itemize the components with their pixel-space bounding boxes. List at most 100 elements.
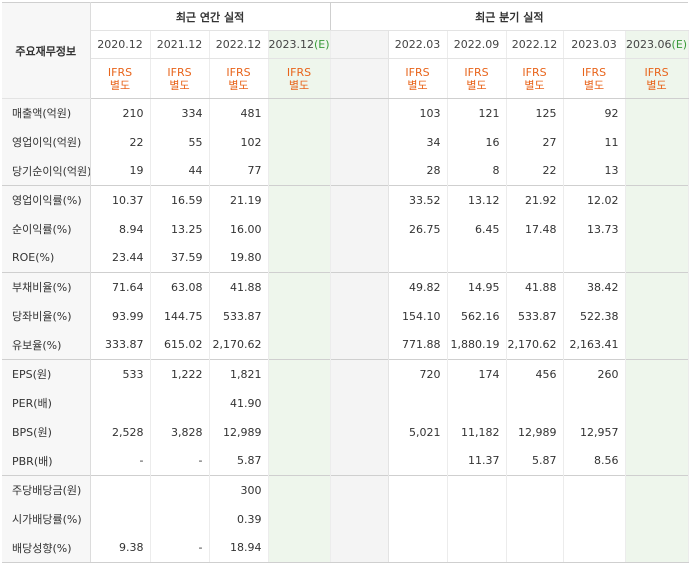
period-header: 2022.12 [506, 30, 564, 59]
quarter-value-cell [625, 301, 689, 331]
quarter-value-cell [388, 475, 448, 505]
quarter-value-cell [625, 504, 689, 534]
quarter-value-cell: 1,880.19 [447, 330, 507, 360]
table-row: BPS(원) 2,528 3,828 12,989 5,021 11,182 12,989 1… [2, 417, 689, 447]
section-gap [329, 330, 389, 360]
table-row: EPS(원) 533 1,222 1,821 720 174 456 260 [2, 359, 689, 389]
row-label: 매출액(억원) [2, 98, 91, 128]
quarter-value-cell [506, 388, 564, 418]
section-gap [329, 243, 389, 273]
annual-value-cell: 77 [209, 156, 269, 186]
section-gap [329, 446, 389, 476]
quarter-value-cell [625, 388, 689, 418]
quarter-value-cell [447, 475, 507, 505]
row-label: 당좌비율(%) [2, 301, 91, 331]
quarter-value-cell: 11.37 [447, 446, 507, 476]
annual-value-cell [268, 330, 331, 360]
annual-results-title: 최근 연간 실적 [90, 2, 331, 31]
quarter-value-cell: 16 [447, 127, 507, 157]
section-gap [329, 185, 389, 215]
quarter-value-cell: 13 [563, 156, 626, 186]
quarter-value-cell: 92 [563, 98, 626, 128]
quarter-value-cell [506, 243, 564, 273]
quarter-value-cell: 21.92 [506, 185, 564, 215]
quarter-value-cell [563, 475, 626, 505]
annual-value-cell: 44 [150, 156, 210, 186]
annual-value-cell: 0.39 [209, 504, 269, 534]
row-label: ROE(%) [2, 243, 91, 273]
quarter-results-title: 최근 분기 실적 [329, 2, 689, 31]
quarter-value-cell [625, 272, 689, 302]
section-gap [329, 156, 389, 186]
annual-value-cell: 37.59 [150, 243, 210, 273]
section-gap [329, 58, 389, 99]
table-row: 유보율(%) 333.87 615.02 2,170.62 771.88 1,880.19… [2, 330, 689, 360]
quarter-value-cell: 28 [388, 156, 448, 186]
quarter-value-cell [625, 475, 689, 505]
quarter-value-cell [563, 388, 626, 418]
row-label: 순이익률(%) [2, 214, 91, 244]
annual-value-cell: 93.99 [90, 301, 151, 331]
annual-value-cell: 144.75 [150, 301, 210, 331]
table-row: 주당배당금(원) 300 [2, 475, 689, 505]
quarter-value-cell: 11,182 [447, 417, 507, 447]
row-label: 시가배당률(%) [2, 504, 91, 534]
table-row: 매출액(억원) 210 334 481 103 121 125 92 [2, 98, 689, 128]
table-row: PBR(배) - -5.87 11.37 5.87 8.56 [2, 446, 689, 476]
ifrs-standard-label: IFRS 별도 [268, 58, 331, 99]
annual-value-cell: 5.87 [209, 446, 269, 476]
row-label: 주당배당금(원) [2, 475, 91, 505]
annual-value-cell: - [150, 533, 210, 563]
estimate-mark: (E) [671, 38, 688, 51]
annual-value-cell [268, 127, 331, 157]
annual-value-cell: 16.00 [209, 214, 269, 244]
annual-value-cell [150, 475, 210, 505]
period-header: 2020.12 [90, 30, 151, 59]
quarter-value-cell: 103 [388, 98, 448, 128]
quarter-value-cell [447, 243, 507, 273]
quarter-value-cell: 12.02 [563, 185, 626, 215]
quarter-value-cell [447, 504, 507, 534]
row-label: PBR(배) [2, 446, 91, 476]
quarter-value-cell: 154.10 [388, 301, 448, 331]
annual-value-cell [268, 156, 331, 186]
annual-value-cell [268, 475, 331, 505]
quarter-value-cell [625, 98, 689, 128]
table-row: 영업이익(억원) 22 55 102 34 16 27 11 [2, 127, 689, 157]
quarter-value-cell: 5,021 [388, 417, 448, 447]
quarter-value-cell: 456 [506, 359, 564, 389]
annual-value-cell: 23.44 [90, 243, 151, 273]
annual-value-cell [150, 388, 210, 418]
quarter-value-cell: 26.75 [388, 214, 448, 244]
quarter-value-cell: 12,989 [506, 417, 564, 447]
row-label: 당기순이익(억원) [2, 156, 91, 186]
quarter-value-cell: 2,170.62 [506, 330, 564, 360]
quarter-value-cell: 27 [506, 127, 564, 157]
annual-value-cell [268, 533, 331, 563]
quarter-value-cell [563, 533, 626, 563]
quarter-value-cell: 771.88 [388, 330, 448, 360]
quarter-value-cell: 22 [506, 156, 564, 186]
period-header: 2022.12 [209, 30, 269, 59]
period-header-estimate: 2023.06(E) [625, 30, 689, 59]
quarter-value-cell: 720 [388, 359, 448, 389]
quarter-value-cell [625, 243, 689, 273]
quarter-value-cell: 13.73 [563, 214, 626, 244]
annual-value-cell: 300 [209, 475, 269, 505]
annual-value-cell: 334 [150, 98, 210, 128]
row-label: 영업이익(억원) [2, 127, 91, 157]
table-row: 당좌비율(%) 93.99 144.75 533.87 154.10 562.16 533.… [2, 301, 689, 331]
quarter-value-cell [506, 533, 564, 563]
annual-value-cell: - [90, 446, 151, 476]
section-gap [329, 127, 389, 157]
annual-value-cell: - [150, 446, 210, 476]
quarter-value-cell: 5.87 [506, 446, 564, 476]
annual-value-cell: 41.88 [209, 272, 269, 302]
row-label: 유보율(%) [2, 330, 91, 360]
row-label: PER(배) [2, 388, 91, 418]
annual-value-cell [90, 475, 151, 505]
annual-value-cell: 19 [90, 156, 151, 186]
quarter-value-cell [625, 446, 689, 476]
ifrs-standard-label: IFRS 별도 [209, 58, 269, 99]
section-gap [329, 388, 389, 418]
